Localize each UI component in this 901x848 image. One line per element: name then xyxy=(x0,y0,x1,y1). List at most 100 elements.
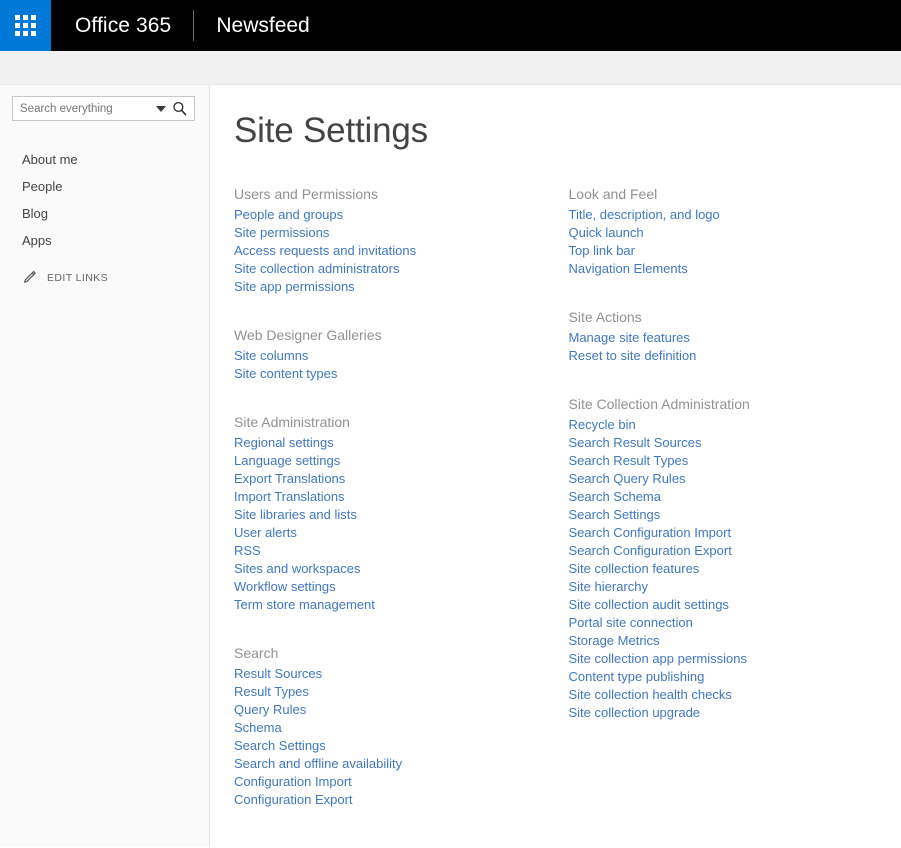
list-item: Portal site connection xyxy=(569,614,901,632)
edit-links-button[interactable]: EDIT LINKS xyxy=(22,270,209,285)
link-site-columns[interactable]: Site columns xyxy=(234,348,308,363)
list-item: Site collection administrators xyxy=(234,260,567,278)
settings-column-right: Look and Feel Title, description, and lo… xyxy=(569,185,901,722)
chrome-band xyxy=(0,51,901,85)
link-sites-and-workspaces[interactable]: Sites and workspaces xyxy=(234,561,360,576)
page-shell: About me People Blog Apps EDIT LINKS xyxy=(0,85,901,847)
list-item: Reset to site definition xyxy=(569,347,901,365)
list-item: Site collection health checks xyxy=(569,686,901,704)
section-link-list: People and groups Site permissions Acces… xyxy=(234,206,567,296)
link-storage-metrics[interactable]: Storage Metrics xyxy=(569,633,660,648)
link-navigation-elements[interactable]: Navigation Elements xyxy=(569,261,688,276)
app-launcher-button[interactable] xyxy=(0,0,51,51)
link-user-alerts[interactable]: User alerts xyxy=(234,525,297,540)
list-item: Top link bar xyxy=(569,242,901,260)
list-item: Site columns xyxy=(234,347,567,365)
sidebar-item-people[interactable]: People xyxy=(0,173,209,200)
list-item: Configuration Import xyxy=(234,773,567,791)
list-item: RSS xyxy=(234,542,567,560)
quick-launch-sidebar: About me People Blog Apps EDIT LINKS xyxy=(0,85,210,847)
link-search-query-rules[interactable]: Search Query Rules xyxy=(569,471,686,486)
link-term-store-management[interactable]: Term store management xyxy=(234,597,375,612)
link-site-hierarchy[interactable]: Site hierarchy xyxy=(569,579,648,594)
newsfeed-link[interactable]: Newsfeed xyxy=(194,0,327,51)
list-item: Quick launch xyxy=(569,224,901,242)
sidebar-item-apps[interactable]: Apps xyxy=(0,227,209,254)
list-item: Export Translations xyxy=(234,470,567,488)
link-site-permissions[interactable]: Site permissions xyxy=(234,225,329,240)
link-search-configuration-import[interactable]: Search Configuration Import xyxy=(569,525,732,540)
list-item: Title, description, and logo xyxy=(569,206,901,224)
link-configuration-export[interactable]: Configuration Export xyxy=(234,792,353,807)
link-result-sources[interactable]: Result Sources xyxy=(234,666,322,681)
list-item: Site collection audit settings xyxy=(569,596,901,614)
link-site-collection-audit-settings[interactable]: Site collection audit settings xyxy=(569,597,729,612)
nav-item: People xyxy=(0,173,209,200)
section-heading: Web Designer Galleries xyxy=(234,327,382,343)
link-access-requests-and-invitations[interactable]: Access requests and invitations xyxy=(234,243,416,258)
link-search-result-types[interactable]: Search Result Types xyxy=(569,453,689,468)
link-search-schema[interactable]: Search Schema xyxy=(569,489,662,504)
link-site-collection-features[interactable]: Site collection features xyxy=(569,561,700,576)
section-link-list: Site columns Site content types xyxy=(234,347,567,383)
settings-column-left: Users and Permissions People and groups … xyxy=(234,185,567,809)
link-title-description-and-logo[interactable]: Title, description, and logo xyxy=(569,207,720,222)
list-item: People and groups xyxy=(234,206,567,224)
edit-links-label: EDIT LINKS xyxy=(47,271,108,284)
list-item: Search Query Rules xyxy=(569,470,901,488)
link-export-translations[interactable]: Export Translations xyxy=(234,471,345,486)
link-manage-site-features[interactable]: Manage site features xyxy=(569,330,690,345)
link-recycle-bin[interactable]: Recycle bin xyxy=(569,417,636,432)
link-site-app-permissions[interactable]: Site app permissions xyxy=(234,279,355,294)
link-content-type-publishing[interactable]: Content type publishing xyxy=(569,669,705,684)
list-item: Workflow settings xyxy=(234,578,567,596)
search-input[interactable] xyxy=(20,102,154,115)
link-site-collection-app-permissions[interactable]: Site collection app permissions xyxy=(569,651,747,666)
list-item: Site collection features xyxy=(569,560,901,578)
list-item: Schema xyxy=(234,719,567,737)
link-reset-to-site-definition[interactable]: Reset to site definition xyxy=(569,348,697,363)
link-result-types[interactable]: Result Types xyxy=(234,684,309,699)
link-site-libraries-and-lists[interactable]: Site libraries and lists xyxy=(234,507,357,522)
link-rss[interactable]: RSS xyxy=(234,543,261,558)
list-item: Search Result Sources xyxy=(569,434,901,452)
link-people-and-groups[interactable]: People and groups xyxy=(234,207,343,222)
search-scope-chevron-down-icon[interactable] xyxy=(154,105,168,112)
link-regional-settings[interactable]: Regional settings xyxy=(234,435,334,450)
list-item: Regional settings xyxy=(234,434,567,452)
section-search: Search Result Sources Result Types Query… xyxy=(234,644,567,809)
link-site-collection-administrators[interactable]: Site collection administrators xyxy=(234,261,399,276)
search-box[interactable] xyxy=(12,96,195,121)
link-site-content-types[interactable]: Site content types xyxy=(234,366,337,381)
link-site-collection-upgrade[interactable]: Site collection upgrade xyxy=(569,705,701,720)
link-schema[interactable]: Schema xyxy=(234,720,282,735)
list-item: Recycle bin xyxy=(569,416,901,434)
link-search-configuration-export[interactable]: Search Configuration Export xyxy=(569,543,732,558)
list-item: Sites and workspaces xyxy=(234,560,567,578)
link-site-collection-health-checks[interactable]: Site collection health checks xyxy=(569,687,732,702)
list-item: Site collection upgrade xyxy=(569,704,901,722)
link-search-settings[interactable]: Search Settings xyxy=(234,738,326,753)
list-item: Site hierarchy xyxy=(569,578,901,596)
link-search-result-sources[interactable]: Search Result Sources xyxy=(569,435,702,450)
link-configuration-import[interactable]: Configuration Import xyxy=(234,774,352,789)
list-item: Search and offline availability xyxy=(234,755,567,773)
search-icon[interactable] xyxy=(168,101,190,116)
list-item: Configuration Export xyxy=(234,791,567,809)
link-search-and-offline-availability[interactable]: Search and offline availability xyxy=(234,756,402,771)
link-portal-site-connection[interactable]: Portal site connection xyxy=(569,615,693,630)
sidebar-item-blog[interactable]: Blog xyxy=(0,200,209,227)
section-link-list: Title, description, and logo Quick launc… xyxy=(569,206,901,278)
link-import-translations[interactable]: Import Translations xyxy=(234,489,345,504)
link-language-settings[interactable]: Language settings xyxy=(234,453,340,468)
list-item: Language settings xyxy=(234,452,567,470)
list-item: Result Sources xyxy=(234,665,567,683)
link-quick-launch[interactable]: Quick launch xyxy=(569,225,644,240)
link-top-link-bar[interactable]: Top link bar xyxy=(569,243,635,258)
office365-brand-link[interactable]: Office 365 xyxy=(51,0,193,51)
list-item: Search Settings xyxy=(569,506,901,524)
sidebar-item-about-me[interactable]: About me xyxy=(0,146,209,173)
link-workflow-settings[interactable]: Workflow settings xyxy=(234,579,336,594)
link-search-settings-sca[interactable]: Search Settings xyxy=(569,507,661,522)
link-query-rules[interactable]: Query Rules xyxy=(234,702,306,717)
